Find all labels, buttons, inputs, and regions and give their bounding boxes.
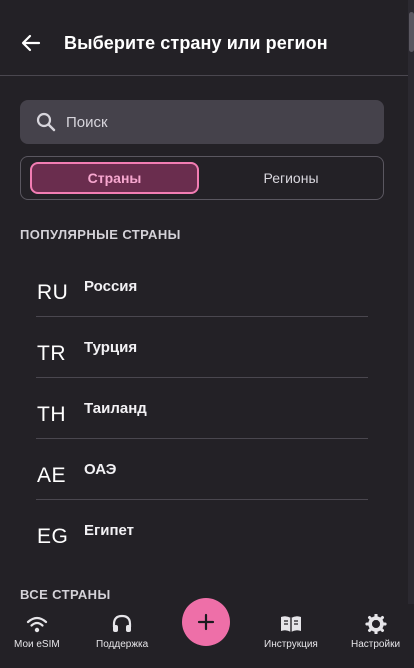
tab-countries[interactable]: Страны <box>30 162 199 194</box>
plus-icon <box>197 613 215 631</box>
country-code: TH <box>37 403 66 426</box>
country-code: TR <box>37 342 66 365</box>
nav-my-esim[interactable]: Мои eSIM <box>14 614 60 650</box>
search-input[interactable] <box>66 113 356 131</box>
nav-label: Настройки <box>351 639 401 650</box>
section-popular-countries: ПОПУЛЯРНЫЕ СТРАНЫ <box>20 227 181 242</box>
country-item-ru[interactable]: RU Россия <box>36 256 368 317</box>
country-item-th[interactable]: TH Таиланд <box>36 378 368 439</box>
scrollbar-thumb[interactable] <box>409 12 414 52</box>
tab-regions[interactable]: Регионы <box>201 162 381 194</box>
headset-icon <box>112 614 132 632</box>
country-code: EG <box>37 525 69 548</box>
back-button[interactable] <box>18 30 44 56</box>
country-item-eg[interactable]: EG Египет <box>36 500 368 561</box>
scrollbar[interactable] <box>408 0 414 668</box>
nav-guide[interactable]: Инструкция <box>264 614 318 650</box>
country-name: Таиланд <box>84 400 147 417</box>
section-all-countries: ВСЕ СТРАНЫ <box>20 587 111 602</box>
country-name: Турция <box>84 339 138 356</box>
add-esim-button[interactable] <box>182 598 230 646</box>
nav-settings[interactable]: Настройки <box>351 614 400 650</box>
country-code: AE <box>37 464 67 487</box>
country-item-ae[interactable]: AE ОАЭ <box>36 439 368 500</box>
page-title: Выберите страну или регион <box>64 33 328 53</box>
wifi-icon <box>26 616 47 633</box>
nav-support[interactable]: Поддержка <box>96 614 148 650</box>
search-box[interactable] <box>20 100 384 144</box>
country-item-tr[interactable]: TR Турция <box>36 317 368 378</box>
book-icon <box>280 616 301 632</box>
gear-icon <box>364 614 387 634</box>
arrow-left-icon <box>21 34 41 52</box>
country-name: Россия <box>84 278 138 295</box>
search-icon <box>36 112 56 132</box>
country-name: Египет <box>84 522 135 539</box>
nav-label: Поддержка <box>96 639 149 650</box>
nav-label: Мои eSIM <box>14 639 60 650</box>
app-header: Выберите страну или регион <box>0 0 408 76</box>
country-name: ОАЭ <box>84 461 117 478</box>
country-region-toggle: Страны Регионы <box>20 156 384 200</box>
nav-label: Инструкция <box>264 639 318 650</box>
country-code: RU <box>37 281 69 304</box>
